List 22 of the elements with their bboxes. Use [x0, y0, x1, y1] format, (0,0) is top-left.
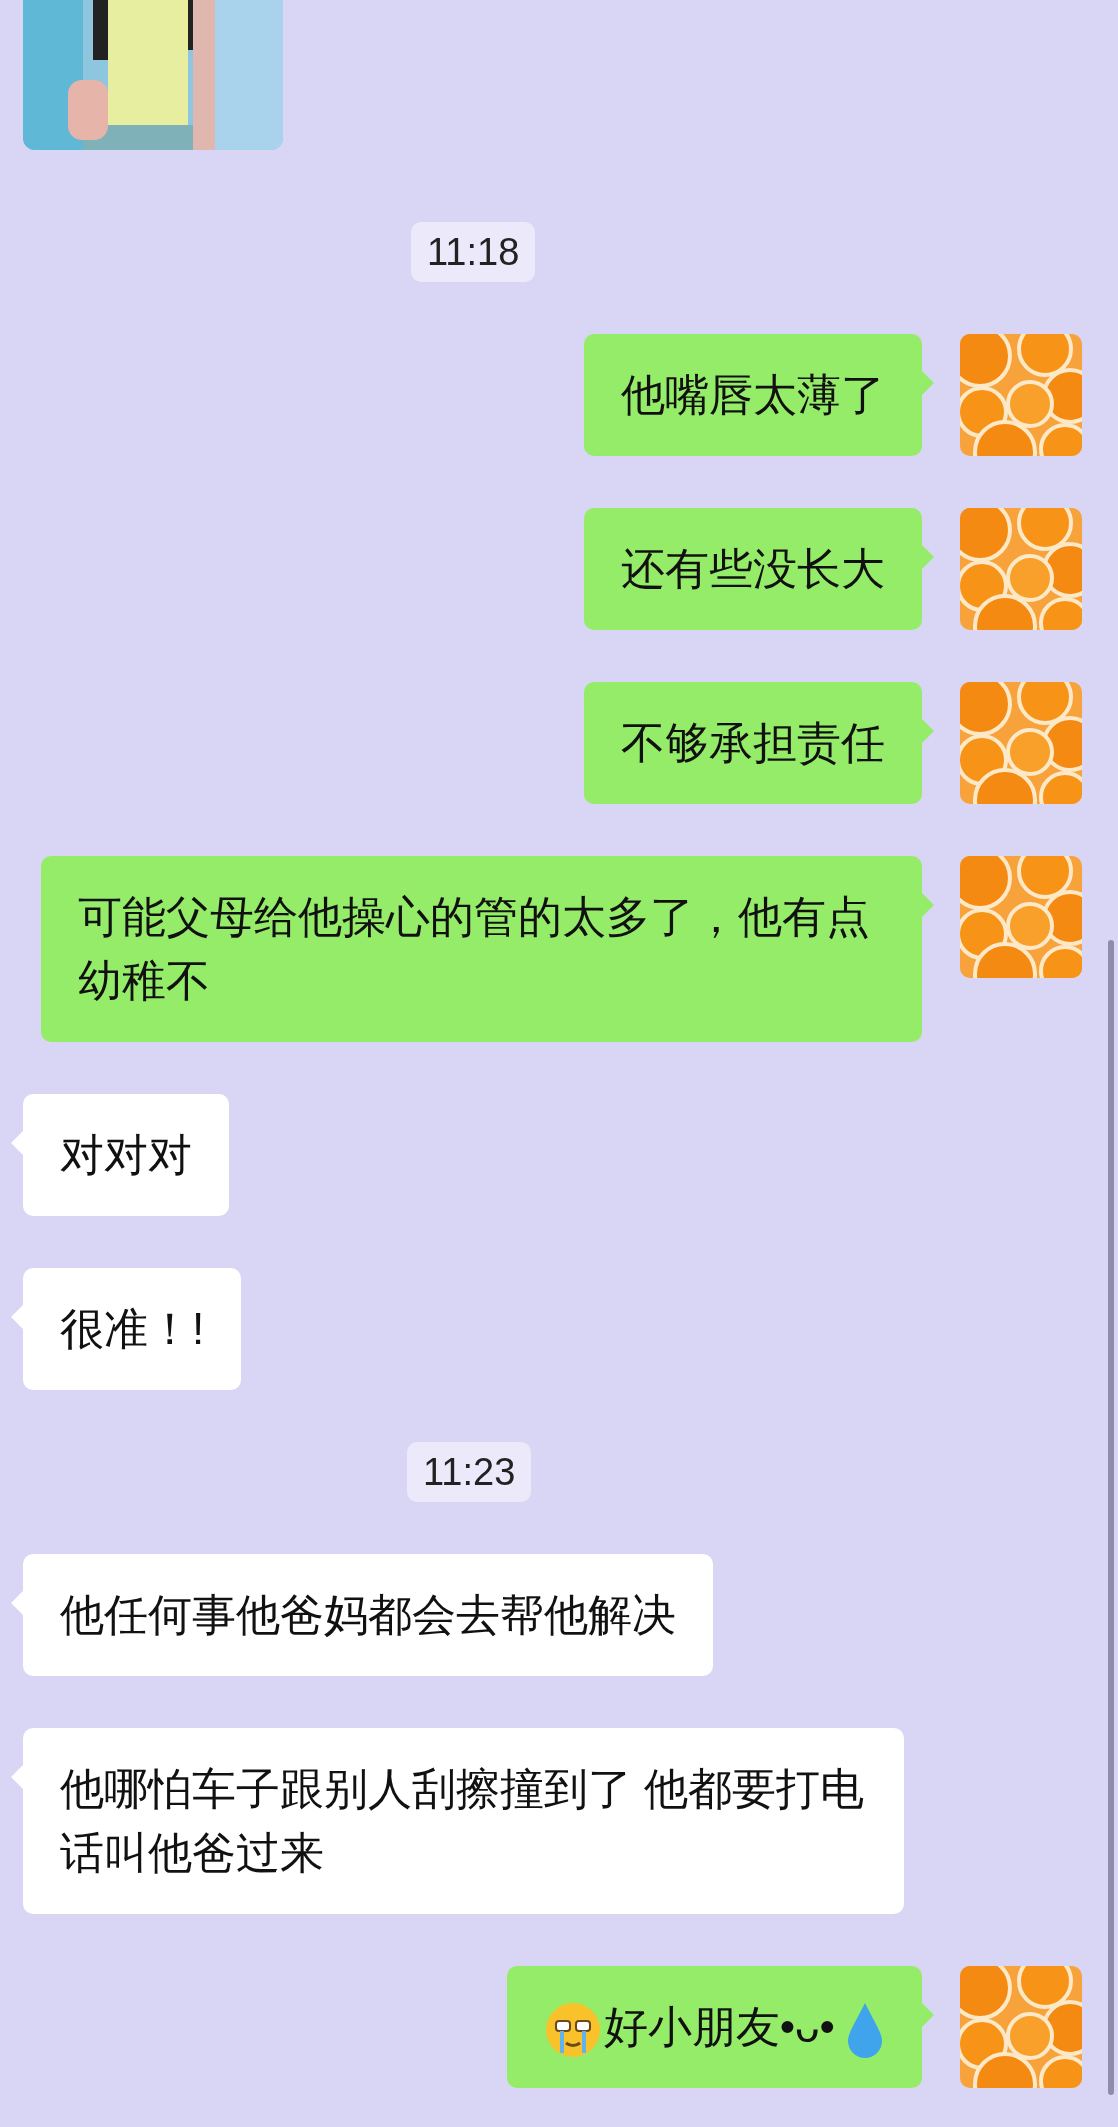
message-bubble: 他任何事他爸妈都会去帮他解决: [23, 1554, 713, 1676]
bubble-tail: [922, 371, 934, 395]
message-bubble: 还有些没长大: [584, 508, 922, 630]
bubble-tail: [922, 893, 934, 917]
crying-face-icon: [543, 2001, 602, 2060]
bubble-tail: [922, 545, 934, 569]
message-bubble: 可能父母给他操心的管的太多了，他有点幼稚不: [41, 856, 922, 1042]
message-bubble: 他哪怕车子跟别人刮擦撞到了 他都要打电话叫他爸过来: [23, 1728, 904, 1914]
timestamp: 11:23: [407, 1442, 532, 1502]
bubble-tail: [11, 1305, 23, 1329]
message-bubble: 很准！!: [23, 1268, 242, 1390]
timestamp: 11:18: [411, 222, 536, 282]
bubble-tail: [11, 1765, 23, 1789]
bubble-tail: [11, 1131, 23, 1155]
bubble-tail: [922, 719, 934, 743]
message-bubble: 他嘴唇太薄了: [584, 334, 922, 456]
bubble-tail: [922, 2003, 934, 2027]
droplet-icon: [845, 2001, 885, 2060]
bubble-tail: [11, 1591, 23, 1615]
message-bubble: 好小朋友•ᴗ•: [506, 1966, 922, 2089]
message-bubble: 不够承担责任: [584, 682, 922, 804]
message-bubble: 对对对: [23, 1094, 229, 1216]
